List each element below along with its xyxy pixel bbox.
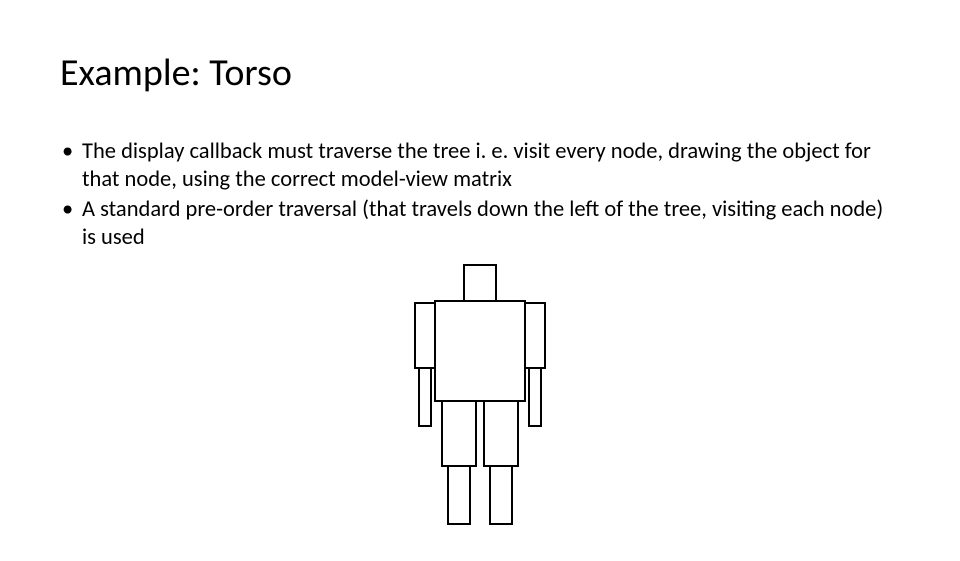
bullet-list: The display callback must traverse the t…: [60, 138, 900, 253]
figure-container: [60, 261, 900, 531]
bullet-item: The display callback must traverse the t…: [60, 138, 900, 194]
bullet-item: A standard pre-order traversal (that tra…: [60, 196, 900, 252]
slide: Example: Torso The display callback must…: [0, 0, 960, 561]
robot-figure-icon: [380, 261, 580, 531]
page-title: Example: Torso: [60, 50, 900, 96]
